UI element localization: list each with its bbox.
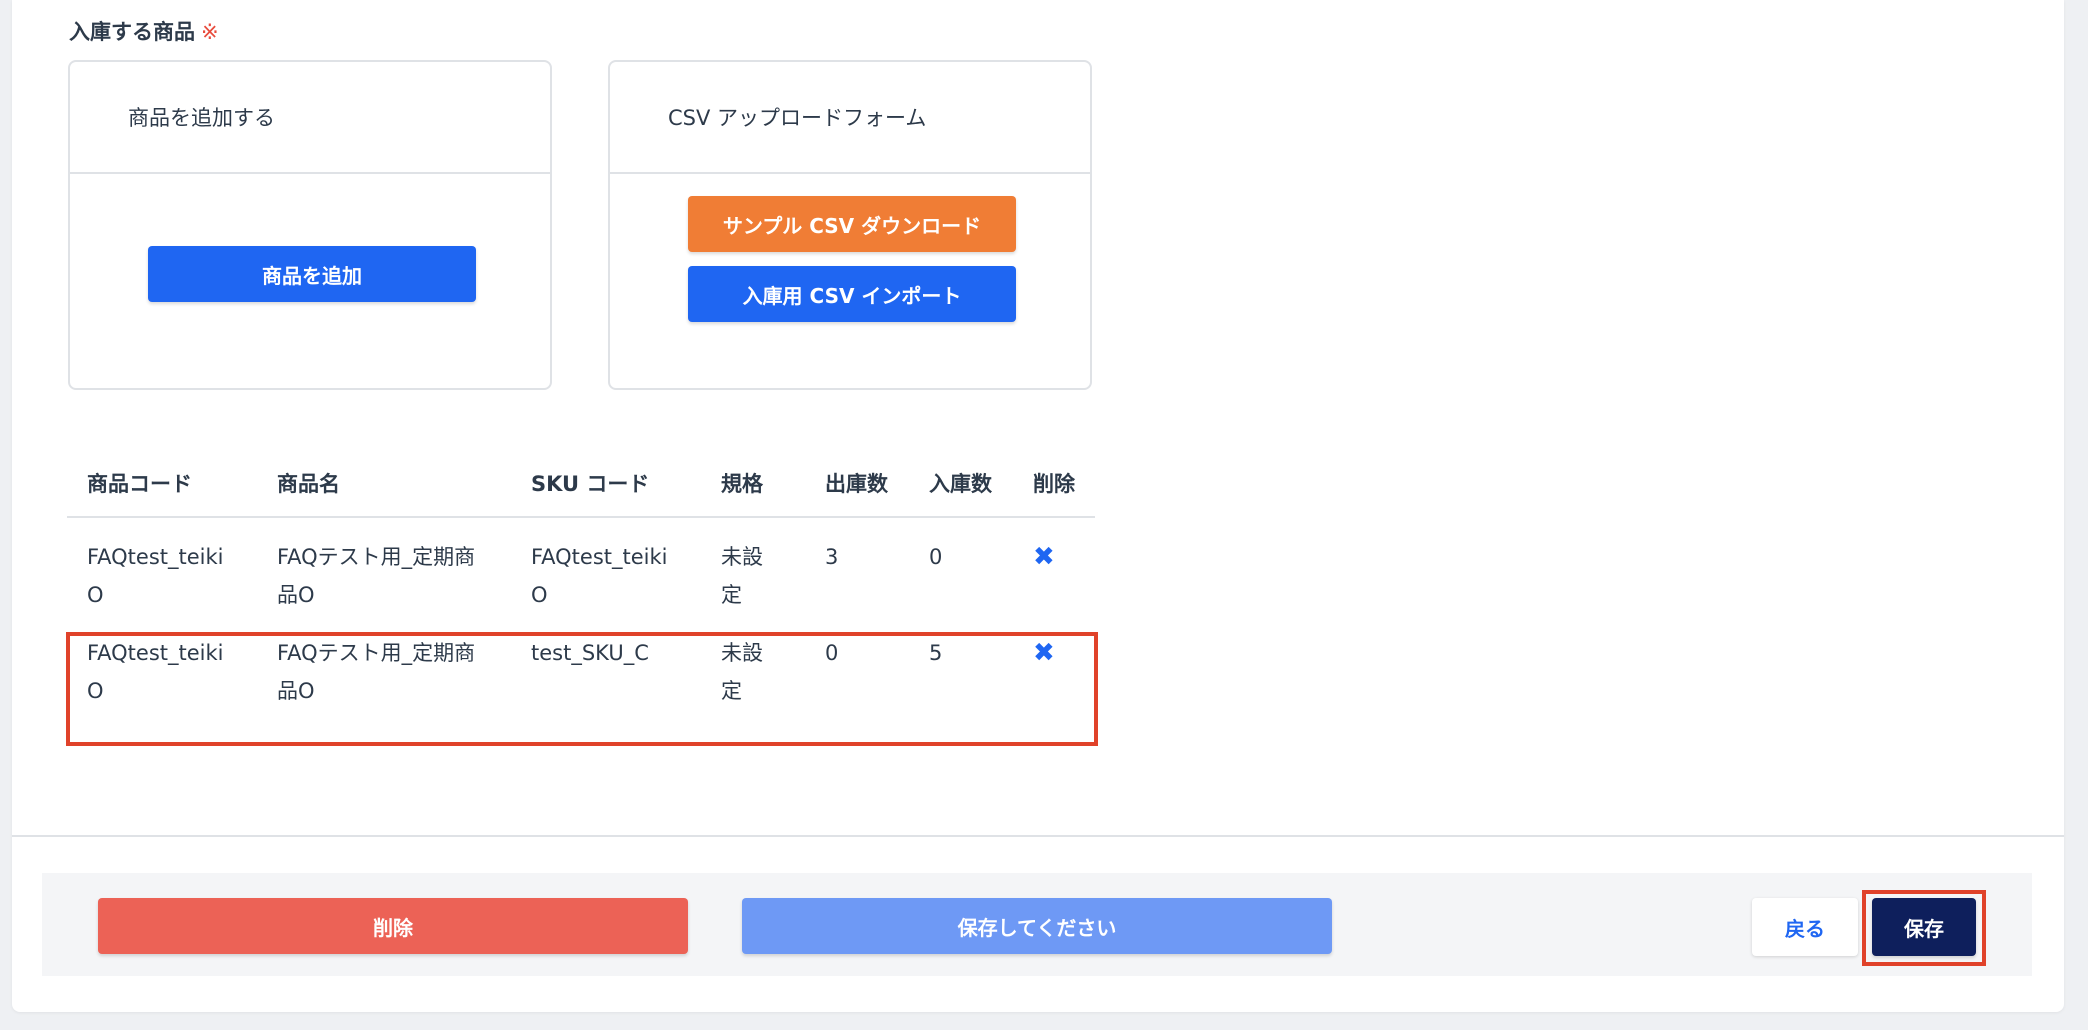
cell-sku: FAQtest_teikiO [531, 545, 668, 607]
header-spec: 規格 [701, 450, 805, 518]
header-delete: 削除 [1013, 450, 1095, 518]
header-code: 商品コード [67, 450, 257, 518]
csv-upload-card-title: CSV アップロードフォーム [610, 62, 1090, 174]
csv-upload-card: CSV アップロードフォーム サンプル CSV ダウンロード 入庫用 CSV イ… [608, 60, 1092, 390]
cell-sku: test_SKU_C [531, 641, 649, 665]
cell-spec: 未設定 [721, 641, 763, 703]
sample-csv-download-button[interactable]: サンプル CSV ダウンロード [688, 196, 1016, 252]
cell-in: 0 [929, 545, 943, 569]
header-out: 出庫数 [805, 450, 909, 518]
delete-row-icon[interactable]: ✖ [1033, 542, 1055, 572]
cell-code: FAQtest_teikiO [87, 545, 224, 607]
required-mark: ※ [201, 20, 219, 44]
header-name: 商品名 [257, 450, 511, 518]
delete-button[interactable]: 削除 [98, 898, 688, 954]
delete-row-icon[interactable]: ✖ [1033, 638, 1055, 668]
add-product-card-title: 商品を追加する [70, 62, 550, 174]
header-sku: SKU コード [511, 450, 701, 518]
csv-import-button[interactable]: 入庫用 CSV インポート [688, 266, 1016, 322]
cell-name: FAQテスト用_定期商品O [277, 641, 476, 703]
save-button[interactable]: 保存 [1872, 898, 1976, 956]
items-table: 商品コード 商品名 SKU コード 規格 出庫数 入庫数 削除 FAQtest_… [67, 450, 1095, 710]
table-row: FAQtest_teikiO FAQテスト用_定期商品O FAQtest_tei… [67, 517, 1095, 614]
cell-code: FAQtest_teikiO [87, 641, 224, 703]
table-row: FAQtest_teikiO FAQテスト用_定期商品O test_SKU_C … [67, 614, 1095, 710]
save-prompt-button[interactable]: 保存してください [742, 898, 1332, 954]
add-product-card: 商品を追加する 商品を追加 [68, 60, 552, 390]
cell-in: 5 [929, 641, 943, 665]
table-header-row: 商品コード 商品名 SKU コード 規格 出庫数 入庫数 削除 [67, 450, 1095, 518]
header-in: 入庫数 [909, 450, 1013, 518]
cell-name: FAQテスト用_定期商品O [277, 545, 476, 607]
section-title: 入庫する商品 ※ [69, 16, 219, 46]
cell-spec: 未設定 [721, 545, 763, 607]
cell-out: 3 [825, 545, 839, 569]
footer-divider [12, 835, 2064, 837]
cell-out: 0 [825, 641, 839, 665]
section-title-text: 入庫する商品 [69, 20, 195, 44]
back-button[interactable]: 戻る [1752, 898, 1858, 956]
add-product-button[interactable]: 商品を追加 [148, 246, 476, 302]
